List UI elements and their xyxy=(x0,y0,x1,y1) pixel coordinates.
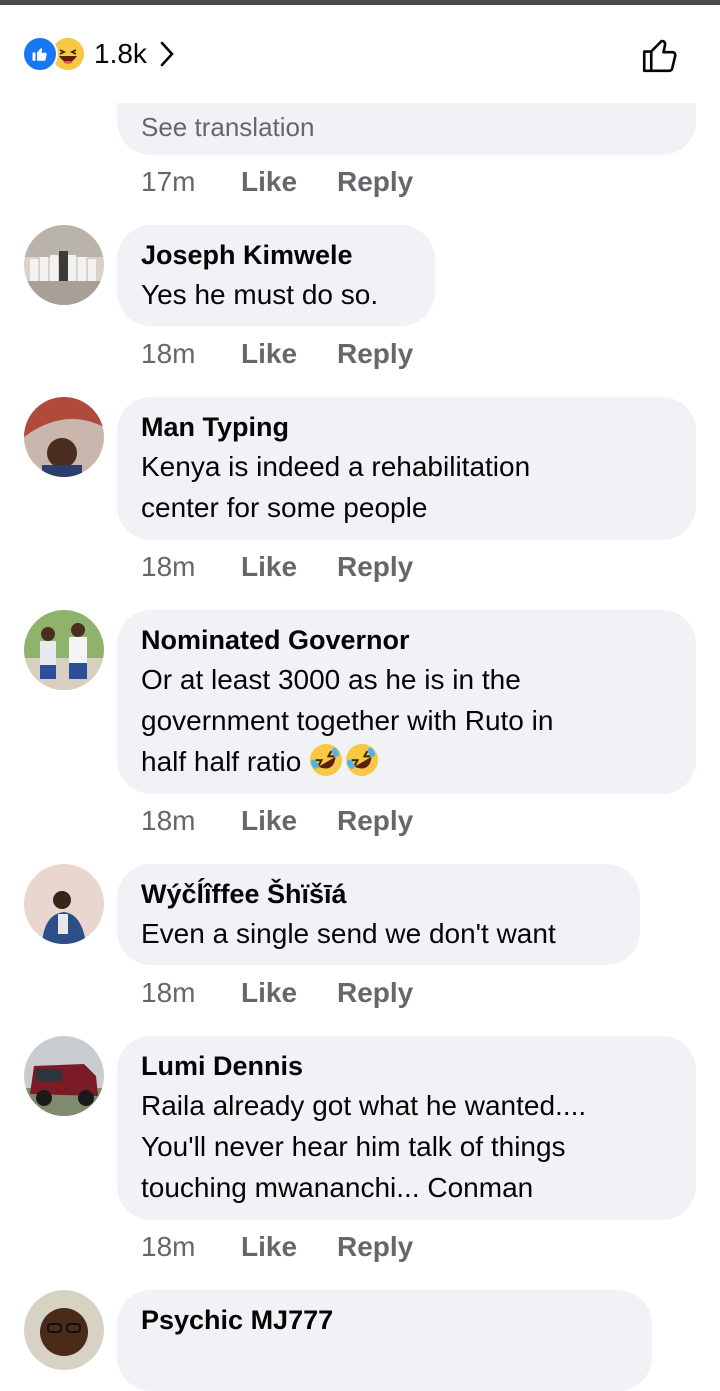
comment-text-line: government together with Ruto in xyxy=(141,705,554,736)
comment-like-button[interactable]: Like xyxy=(241,1231,337,1263)
comment-author[interactable]: Wýčĺîffee Šhïšīá xyxy=(141,875,616,913)
comment-text-line: Yes he must do so. xyxy=(141,279,379,310)
comment-reply-button[interactable]: Reply xyxy=(337,338,413,370)
reactions-summary[interactable]: 1.8k xyxy=(22,36,175,72)
rolling-laughing-icon xyxy=(346,744,379,776)
thumbs-up-icon xyxy=(642,39,677,73)
comment-bubble: Man Typing Kenya is indeed a rehabilitat… xyxy=(117,397,696,540)
avatar[interactable] xyxy=(24,1036,104,1116)
comment-author[interactable]: Man Typing xyxy=(141,408,672,446)
comment-bubble: Joseph Kimwele Yes he must do so. xyxy=(117,225,435,326)
comment-reply-button[interactable]: Reply xyxy=(337,166,413,198)
see-translation-link[interactable]: See translation xyxy=(141,110,672,144)
comment-like-button[interactable]: Like xyxy=(241,977,337,1009)
comment-bubble: Psychic MJ777 xyxy=(117,1290,652,1391)
comment-time: 17m xyxy=(141,166,196,197)
comment-text-line: Or at least 3000 as he is in the xyxy=(141,664,521,695)
comment-text-line: Raila already got what he wanted.... xyxy=(141,1090,587,1121)
comment-text-line: center for some people xyxy=(141,492,428,523)
comment-time: 18m xyxy=(141,551,196,582)
comment-author[interactable]: Joseph Kimwele xyxy=(141,236,411,274)
avatar[interactable] xyxy=(24,610,104,690)
like-post-button[interactable] xyxy=(636,31,684,79)
avatar[interactable] xyxy=(24,864,104,944)
comment-reply-button[interactable]: Reply xyxy=(337,551,413,583)
rolling-laughing-icon xyxy=(310,744,343,776)
comment-meta: 18m Like Reply xyxy=(141,551,413,583)
comment-bubble: Nominated Governor Or at least 3000 as h… xyxy=(117,610,696,794)
comment-text-line: touching mwananchi... Conman xyxy=(141,1172,534,1203)
comment-text-line: You'll never hear him talk of things xyxy=(141,1131,566,1162)
avatar[interactable] xyxy=(24,225,104,305)
comment-text-line: half half ratio xyxy=(141,746,302,777)
comment-time: 18m xyxy=(141,338,196,369)
chevron-right-icon xyxy=(159,40,175,68)
comment-reply-button[interactable]: Reply xyxy=(337,977,413,1009)
comment-time: 18m xyxy=(141,977,196,1008)
comment-text-line: Kenya is indeed a rehabilitation xyxy=(141,451,531,482)
comment-text-line-with-emoji: half half ratio xyxy=(141,741,672,782)
comment-meta: 18m Like Reply xyxy=(141,805,413,837)
comment-time: 18m xyxy=(141,805,196,836)
like-reaction-icon xyxy=(22,36,58,72)
comment-bubble: Lumi Dennis Raila already got what he wa… xyxy=(117,1036,696,1220)
comment-author[interactable]: Psychic MJ777 xyxy=(141,1301,628,1339)
comment-like-button[interactable]: Like xyxy=(241,338,337,370)
comment-author[interactable]: Lumi Dennis xyxy=(141,1047,672,1085)
comment-author[interactable]: Nominated Governor xyxy=(141,621,672,659)
comment-reply-button[interactable]: Reply xyxy=(337,1231,413,1263)
comment-meta: 18m Like Reply xyxy=(141,338,413,370)
reaction-count: 1.8k xyxy=(94,38,147,69)
comment-time: 18m xyxy=(141,1231,196,1262)
comment-meta: 17m Like Reply xyxy=(141,166,413,198)
avatar[interactable] xyxy=(24,397,104,477)
comment-like-button[interactable]: Like xyxy=(241,805,337,837)
comment-meta: 18m Like Reply xyxy=(141,977,413,1009)
comment-bubble: Wýčĺîffee Šhïšīá Even a single send we d… xyxy=(117,864,640,965)
comment-text-line: Even a single send we don't want xyxy=(141,918,556,949)
avatar[interactable] xyxy=(24,1290,104,1370)
comment-like-button[interactable]: Like xyxy=(241,551,337,583)
comment-like-button[interactable]: Like xyxy=(241,166,337,198)
comment-reply-button[interactable]: Reply xyxy=(337,805,413,837)
comment-meta: 18m Like Reply xyxy=(141,1231,413,1263)
post-reactions-header: 1.8k xyxy=(0,5,720,103)
